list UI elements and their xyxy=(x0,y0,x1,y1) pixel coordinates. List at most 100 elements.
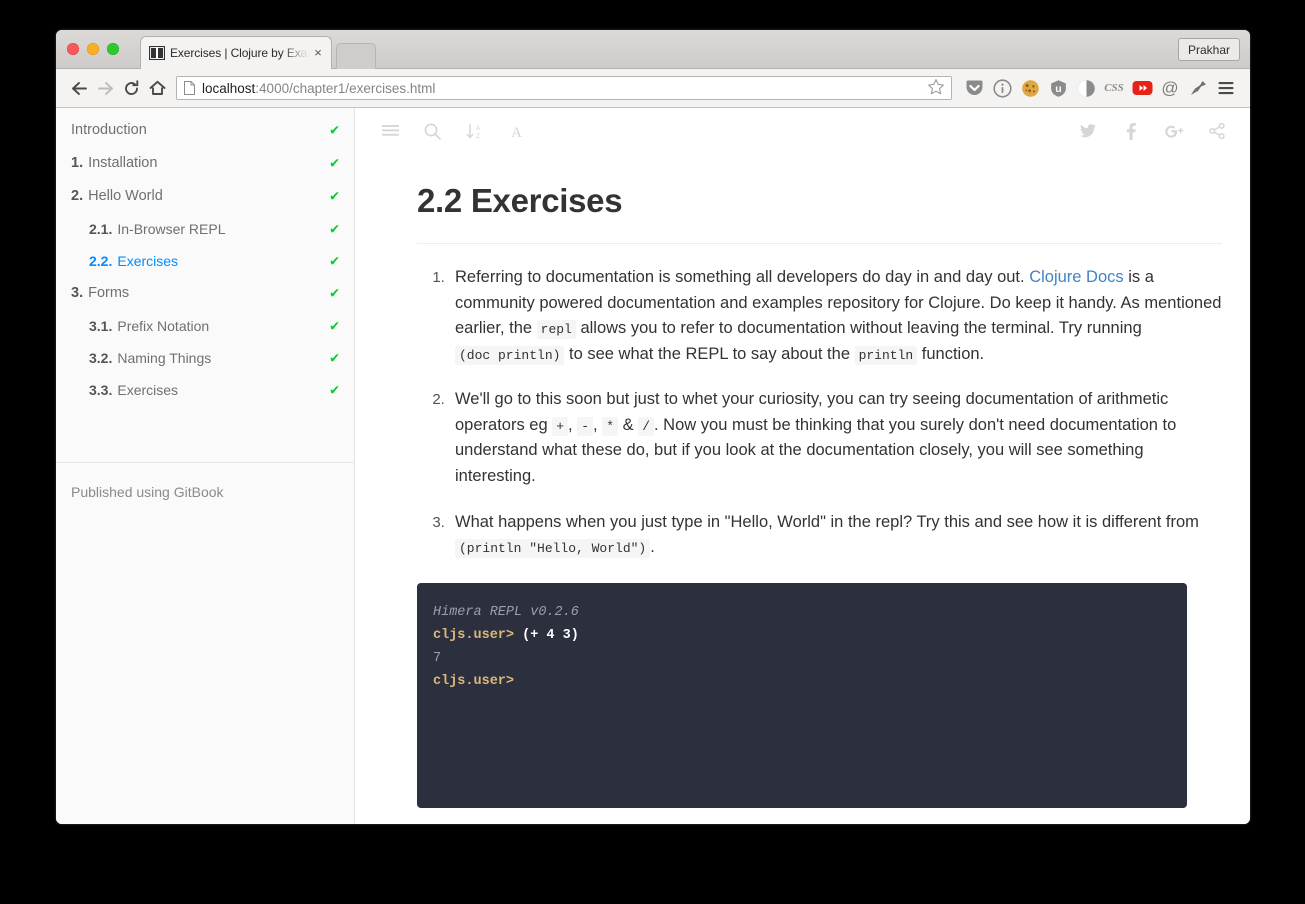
inline-code: (doc println) xyxy=(455,345,565,365)
sidebar-item-check-icon: ✔ xyxy=(329,188,340,204)
extension-toolbar: u CSS @ xyxy=(960,75,1240,101)
search-icon[interactable] xyxy=(421,120,443,142)
paragraph-text: , xyxy=(593,415,603,434)
paragraph-text: to see what the REPL to say about the xyxy=(564,344,855,363)
back-button[interactable] xyxy=(66,75,92,101)
page-document-icon xyxy=(184,81,195,95)
new-tab-button[interactable] xyxy=(336,43,376,69)
browser-toolbar: localhost:4000/chapter1/exercises.html u xyxy=(56,69,1250,108)
paragraph-text: Referring to documentation is something … xyxy=(455,268,1030,286)
gitbook-toolbar-left: AZ A xyxy=(379,120,527,142)
facebook-share-icon[interactable] xyxy=(1120,120,1142,142)
inline-code: / xyxy=(638,416,655,436)
list-item: We'll go to this soon but just to whet y… xyxy=(449,387,1222,489)
sidebar-item-check-icon: ✔ xyxy=(329,221,340,237)
sidebar-item-number: 3.2. xyxy=(89,349,113,366)
sidebar-item-prefix-notation[interactable]: 3.1. Prefix Notation ✔ xyxy=(56,310,354,342)
sidebar-footer: Published using GitBook xyxy=(56,462,354,500)
sidebar-item-label: Prefix Notation xyxy=(117,317,210,334)
repl-prompt: cljs.user> xyxy=(433,627,515,643)
sidebar-item-number: 2.1. xyxy=(89,220,113,237)
youtube-extension-icon[interactable] xyxy=(1128,75,1156,101)
sidebar-item-check-icon: ✔ xyxy=(329,382,340,398)
dark-reader-extension-icon[interactable] xyxy=(1072,75,1100,101)
clojure-docs-link[interactable]: Clojure Docs xyxy=(1029,268,1123,286)
repl-banner: Himera REPL v0.2.6 xyxy=(433,604,579,620)
close-tab-icon[interactable]: × xyxy=(311,46,325,60)
sidebar-item-installation[interactable]: 1. Installation ✔ xyxy=(56,147,354,180)
gitbook-toolbar-right xyxy=(1077,120,1228,142)
sidebar-item-label: In-Browser REPL xyxy=(117,220,226,237)
inline-code: repl xyxy=(536,320,576,340)
paragraph-text: allows you to refer to documentation wit… xyxy=(575,319,1142,338)
sidebar-item-forms[interactable]: 3. Forms ✔ xyxy=(56,277,354,310)
at-extension-icon[interactable]: @ xyxy=(1156,75,1184,101)
bookmark-star-icon[interactable] xyxy=(927,78,947,98)
toggle-sidebar-icon[interactable] xyxy=(379,120,401,142)
chrome-menu-icon[interactable] xyxy=(1212,75,1240,101)
pocket-extension-icon[interactable] xyxy=(960,75,988,101)
sidebar-item-label: Introduction xyxy=(71,122,147,138)
paragraph-text: & xyxy=(618,415,639,434)
info-extension-icon[interactable] xyxy=(988,75,1016,101)
cookie-extension-icon[interactable] xyxy=(1016,75,1044,101)
sidebar-item-number: 1. xyxy=(71,154,84,171)
reload-button[interactable] xyxy=(118,75,144,101)
sidebar-item-exercises[interactable]: 2.2. Exercises ✔ xyxy=(56,245,354,277)
font-settings-icon[interactable]: A xyxy=(505,120,527,142)
svg-text:u: u xyxy=(1055,83,1061,95)
close-window-button[interactable] xyxy=(67,43,79,55)
paragraph-text: , xyxy=(568,415,578,434)
paragraph-text: What happens when you just type in "Hell… xyxy=(455,512,1199,531)
sidebar-item-naming-things[interactable]: 3.2. Naming Things ✔ xyxy=(56,342,354,374)
content-area: AZ A 2.2 Exercises 1. Referring to docum… xyxy=(355,108,1250,824)
list-item: What happens when you just type in "Hell… xyxy=(449,510,1222,561)
address-bar[interactable]: localhost:4000/chapter1/exercises.html xyxy=(176,76,952,100)
profile-button[interactable]: Prakhar xyxy=(1177,38,1240,61)
tab-strip: Exercises | Clojure by Exam × Prakhar xyxy=(56,30,1250,69)
inline-code: - xyxy=(577,416,594,436)
sort-az-icon[interactable]: AZ xyxy=(463,120,485,142)
sidebar-item-check-icon: ✔ xyxy=(329,122,340,138)
sidebar-item-number: 2.2. xyxy=(89,252,113,269)
gitbook-favicon xyxy=(148,45,166,61)
home-button[interactable] xyxy=(144,75,170,101)
inline-code: + xyxy=(552,416,569,436)
sidebar-item-check-icon: ✔ xyxy=(329,350,340,366)
sidebar-item-check-icon: ✔ xyxy=(329,285,340,301)
browser-tab-active[interactable]: Exercises | Clojure by Exam × xyxy=(140,36,332,69)
list-item: Referring to documentation is something … xyxy=(449,265,1222,367)
css-extension-icon[interactable]: CSS xyxy=(1100,75,1128,101)
paragraph-text: . xyxy=(650,538,655,557)
chapter-navigation: Introduction ✔ 1. Installation ✔ 2. Hello Worl… xyxy=(56,108,354,406)
minimize-window-button[interactable] xyxy=(87,43,99,55)
maximize-window-button[interactable] xyxy=(107,43,119,55)
inline-code: (println "Hello, World") xyxy=(455,539,651,559)
url-path: :4000/chapter1/exercises.html xyxy=(255,80,436,96)
ublock-extension-icon[interactable]: u xyxy=(1044,75,1072,101)
forward-button[interactable] xyxy=(92,75,118,101)
sidebar-item-in-browser-repl[interactable]: 2.1. In-Browser REPL ✔ xyxy=(56,213,354,245)
share-icon[interactable] xyxy=(1206,120,1228,142)
twitter-share-icon[interactable] xyxy=(1077,120,1099,142)
address-bar-url: localhost:4000/chapter1/exercises.html xyxy=(202,81,927,96)
repl-prompt: cljs.user> xyxy=(433,674,515,690)
page-inner: 2.2 Exercises Referring to documentation… xyxy=(355,182,1250,808)
svg-text:A: A xyxy=(511,125,522,140)
exercise-list: Referring to documentation is something … xyxy=(417,265,1222,561)
sidebar-item-hello-world[interactable]: 2. Hello World ✔ xyxy=(56,180,354,213)
sidebar-item-check-icon: ✔ xyxy=(329,318,340,334)
google-plus-share-icon[interactable] xyxy=(1163,120,1185,142)
repl-line: Himera REPL v0.2.6 xyxy=(433,601,1169,624)
paragraph-text: function. xyxy=(917,344,985,363)
sidebar-item-label: Exercises xyxy=(117,382,179,399)
sidebar-item-introduction[interactable]: Introduction ✔ xyxy=(56,114,354,147)
sidebar-item-number: 3.3. xyxy=(89,382,113,399)
page-body: Introduction ✔ 1. Installation ✔ 2. Hello Worl… xyxy=(56,108,1250,824)
sidebar-item-label: Naming Things xyxy=(117,349,212,366)
repl-code-block: Himera REPL v0.2.6 cljs.user> (+ 4 3) 7 clj… xyxy=(417,582,1187,808)
window-controls xyxy=(67,43,119,55)
repl-line: 7 xyxy=(433,647,1169,670)
pin-extension-icon[interactable] xyxy=(1184,75,1212,101)
sidebar-item-exercises[interactable]: 3.3. Exercises ✔ xyxy=(56,374,354,406)
